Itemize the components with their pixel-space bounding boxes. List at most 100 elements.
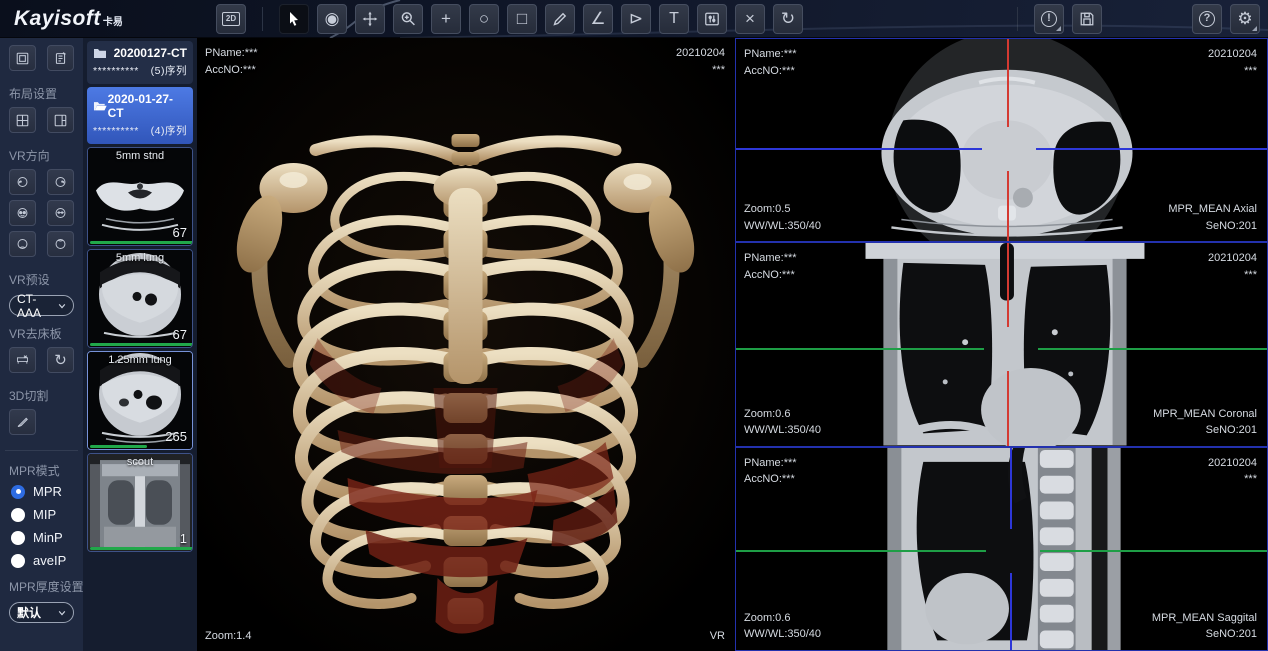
radio-icon <box>11 531 25 545</box>
seno: SeNO:201 <box>1153 422 1257 439</box>
vr-direction-posterior-button[interactable] <box>47 200 74 226</box>
window-level-icon: ◉ <box>325 10 340 27</box>
delete-icon: × <box>745 10 755 27</box>
mpr-mode-radio-minp[interactable]: MinP <box>11 530 74 545</box>
cobb-angle-icon: ⊳ <box>629 10 643 27</box>
zoom-tool-button[interactable] <box>393 4 423 34</box>
series-thumbnail-5mm-stnd[interactable]: 5mm stnd 67 <box>87 147 193 246</box>
crosshair-vertical-red[interactable] <box>1007 171 1009 242</box>
mpr-overlay-series: MPR_MEAN Axial SeNO:201 <box>1168 201 1257 234</box>
crosshair-horizontal-green[interactable] <box>736 348 984 350</box>
mpr-mode-section-label: MPR模式 <box>9 462 74 479</box>
study-date: 20210204 <box>1208 455 1257 472</box>
rect-roi-tool-button[interactable]: □ <box>507 4 537 34</box>
mpr-sagittal-viewport[interactable]: PName:*** AccNO:*** 20210204 *** Zoom:0.… <box>735 447 1268 651</box>
study-date: 20210204 <box>1208 250 1257 267</box>
remove-bed-button[interactable] <box>9 347 36 373</box>
mpr-axial-viewport[interactable]: PName:*** AccNO:*** 20210204 *** Zoom:0.… <box>735 38 1268 242</box>
radio-icon <box>11 554 25 568</box>
study-item-2-selected[interactable]: 2020-01-27-CT ********** (4)序列 <box>87 87 193 144</box>
crosshair-vertical-red[interactable] <box>1007 39 1009 127</box>
vr-overlay-zoom: Zoom:1.4 <box>205 628 251 645</box>
ellipse-roi-icon: ○ <box>479 10 489 27</box>
mpr-mode-radio-mip[interactable]: MIP <box>11 507 74 522</box>
window-level-tool-button[interactable]: ◉ <box>317 4 347 34</box>
mpr-label: MPR_MEAN Axial <box>1168 201 1257 218</box>
folder-open-icon <box>93 100 108 112</box>
vr-direction-foot-button[interactable] <box>47 231 74 257</box>
thumbnail-image-count: 67 <box>173 327 187 342</box>
crosshair-vertical-red[interactable] <box>1007 243 1009 327</box>
vr-direction-right-button[interactable] <box>47 169 74 195</box>
layout-2d-tool-button[interactable]: 2D <box>216 4 246 34</box>
thumbnail-image-count: 265 <box>165 429 187 444</box>
seno: SeNO:201 <box>1168 218 1257 235</box>
layout-grid-2x2-button[interactable] <box>9 107 36 133</box>
layout-single-icon <box>16 51 29 66</box>
crosshair-vertical-blue[interactable] <box>1010 448 1012 529</box>
head-bottom-icon <box>54 236 67 252</box>
mpr-overlay-zoom: Zoom:0.6 WW/WL:350/40 <box>744 406 821 439</box>
crosshair-horizontal-blue[interactable] <box>1036 148 1268 150</box>
study-title: 20200127-CT <box>114 46 187 60</box>
adjust-sliders-icon <box>704 11 720 27</box>
mpr-overlay-zoom: Zoom:0.5 WW/WL:350/40 <box>744 201 821 234</box>
head-right-icon <box>54 174 67 190</box>
study-item-1[interactable]: 20200127-CT ********** (5)序列 <box>87 41 193 84</box>
mpr-thickness-dropdown[interactable]: 默认 <box>9 602 74 623</box>
vr-direction-anterior-button[interactable] <box>9 200 36 226</box>
crosshair-tool-button[interactable]: + <box>431 4 461 34</box>
layout-split-button[interactable] <box>47 107 74 133</box>
pan-tool-button[interactable] <box>355 4 385 34</box>
series-thumbnail-5mm-lung[interactable]: 5mm lung 67 <box>87 249 193 348</box>
cobb-angle-tool-button[interactable]: ⊳ <box>621 4 651 34</box>
series-thumbnail-scout[interactable]: scout 1 <box>87 453 193 552</box>
thumbnail-label: scout <box>88 456 192 468</box>
crosshair-horizontal-green[interactable] <box>1038 348 1268 350</box>
crosshair-horizontal-green[interactable] <box>736 550 986 552</box>
help-tool-button[interactable]: ? <box>1192 4 1222 34</box>
save-tool-button[interactable] <box>1072 4 1102 34</box>
report-button[interactable] <box>47 45 74 71</box>
layout-single-button[interactable] <box>9 45 36 71</box>
delete-tool-button[interactable]: × <box>735 4 765 34</box>
crosshair-vertical-blue[interactable] <box>1010 573 1012 651</box>
settings-tool-button[interactable]: ⚙ <box>1230 4 1260 34</box>
wwwl-value: WW/WL:350/40 <box>744 626 821 643</box>
study-series-count: (5)序列 <box>151 63 187 78</box>
study-patient-masked: ********** <box>93 125 139 137</box>
reset-tool-button[interactable]: ↻ <box>773 4 803 34</box>
left-tool-sidebar: 布局设置 VR方向 <box>0 38 83 651</box>
mpr-coronal-viewport[interactable]: PName:*** AccNO:*** 20210204 *** Zoom:0.… <box>735 242 1268 446</box>
radio-label: MIP <box>33 507 56 522</box>
study-date: 20210204 <box>1208 46 1257 63</box>
wwwl-value: WW/WL:350/40 <box>744 422 821 439</box>
thumbnail-image-count: 1 <box>180 531 187 546</box>
study-patient-masked: ********** <box>93 65 139 77</box>
thumbnail-image-count: 67 <box>173 225 187 240</box>
info-tool-button[interactable]: ! <box>1034 4 1064 34</box>
vr-direction-head-button[interactable] <box>9 231 36 257</box>
adjust-tool-button[interactable] <box>697 4 727 34</box>
series-thumbnail-125mm-lung[interactable]: 1.25mm lung 265 <box>87 351 193 450</box>
draw-tool-button[interactable] <box>545 4 575 34</box>
report-icon <box>54 51 67 66</box>
vr-direction-left-button[interactable] <box>9 169 36 195</box>
cut3d-knife-button[interactable] <box>9 409 36 435</box>
angle-tool-button[interactable]: ∠ <box>583 4 613 34</box>
mpr-mode-radio-aveip[interactable]: aveIP <box>11 553 74 568</box>
layout-2d-icon: 2D <box>222 12 240 26</box>
ellipse-roi-tool-button[interactable]: ○ <box>469 4 499 34</box>
crosshair-vertical-red[interactable] <box>1007 371 1009 446</box>
crosshair-horizontal-green[interactable] <box>1040 550 1268 552</box>
vr-3d-viewport[interactable]: PName:*** AccNO:*** 20210204 *** Zoom:1.… <box>197 38 735 651</box>
cursor-tool-button[interactable] <box>279 4 309 34</box>
mpr-mode-radio-mpr[interactable]: MPR <box>11 484 74 499</box>
text-tool-button[interactable]: T <box>659 4 689 34</box>
cut3d-section-label: 3D切割 <box>9 387 74 404</box>
vr-preset-dropdown[interactable]: CT-AAA <box>9 295 74 316</box>
crosshair-horizontal-blue[interactable] <box>736 148 982 150</box>
pan-icon <box>362 10 378 28</box>
mpr-label: MPR_MEAN Saggital <box>1152 610 1257 627</box>
vr-reset-button[interactable]: ↻ <box>47 347 74 373</box>
